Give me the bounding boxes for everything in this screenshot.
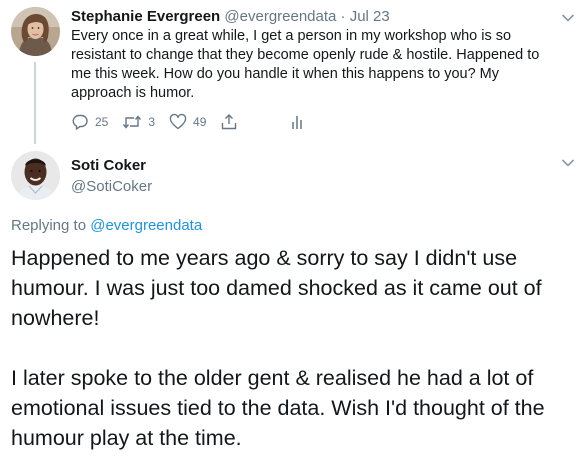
reply-paragraph-1: Happened to me years ago & sorry to say …: [11, 246, 542, 330]
reply-handle[interactable]: @SotiCoker: [71, 178, 152, 195]
replying-to-label: Replying to: [11, 217, 87, 234]
retweet-count: 3: [148, 115, 156, 129]
stephanie-avatar[interactable]: [11, 7, 60, 56]
soti-avatar[interactable]: [11, 151, 60, 200]
like-icon: [169, 113, 187, 130]
like-count: 49: [193, 115, 207, 129]
reply-count: 25: [95, 115, 109, 129]
replying-to-line: Replying to @evergreendata: [11, 217, 202, 234]
parent-date[interactable]: Jul 23: [350, 8, 390, 25]
reply-button[interactable]: 25: [71, 113, 108, 131]
share-icon: [222, 114, 237, 130]
reply-paragraph-2: I later spoke to the older gent & realis…: [11, 366, 545, 450]
meta-separator: ·: [336, 8, 350, 25]
retweet-button[interactable]: 3: [122, 113, 155, 131]
reply-tweet-text: Happened to me years ago & sorry to say …: [11, 243, 583, 453]
parent-handle[interactable]: @evergreendata: [224, 8, 336, 25]
tweet-action-bar: 25 3 49: [71, 112, 324, 132]
parent-tweet-text: Every once in a great while, I get a per…: [71, 28, 540, 101]
parent-tweet[interactable]: Stephanie Evergreen @evergreendata · Jul…: [0, 0, 587, 144]
analytics-button[interactable]: [290, 113, 310, 131]
replying-to-link[interactable]: @evergreendata: [90, 217, 202, 234]
reply-display-name[interactable]: Soti Coker: [71, 157, 146, 174]
thread-connector-line: [34, 62, 36, 144]
reply-icon: [72, 114, 88, 130]
chevron-down-icon[interactable]: [561, 13, 575, 23]
retweet-icon: [123, 115, 142, 129]
like-button[interactable]: 49: [169, 113, 206, 131]
chevron-down-icon[interactable]: [561, 158, 575, 168]
share-button[interactable]: [220, 113, 244, 131]
parent-tweet-header: Stephanie Evergreen @evergreendata · Jul…: [71, 8, 390, 25]
analytics-icon: [292, 116, 303, 129]
parent-display-name[interactable]: Stephanie Evergreen: [71, 8, 220, 25]
